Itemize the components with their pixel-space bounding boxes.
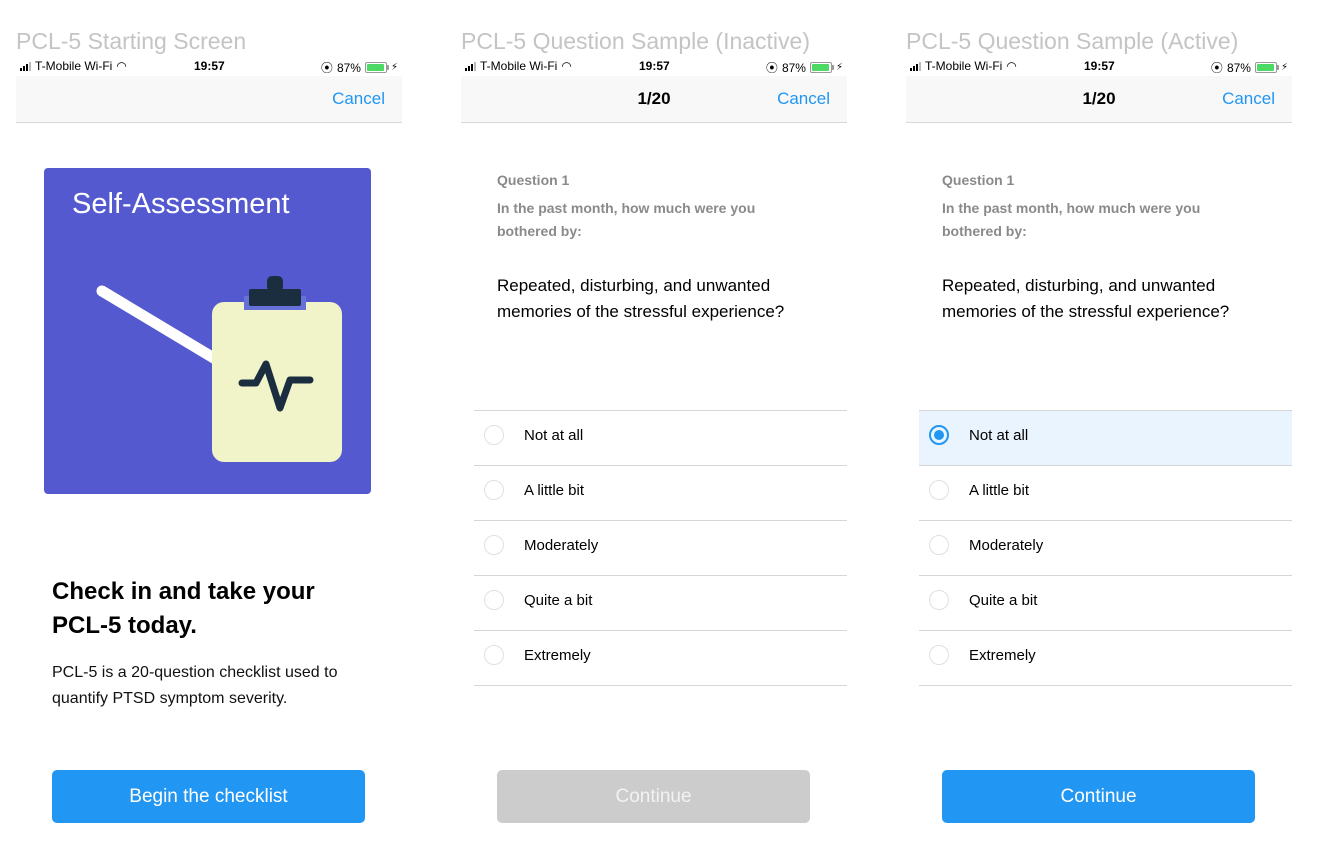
question-screen-inactive: PCL-5 Question Sample (Inactive) T-Mobil… [461, 0, 847, 852]
hero-card: Self-Assessment [44, 168, 371, 494]
carrier-label: T-Mobile Wi-Fi [35, 59, 113, 73]
wifi-icon: ◠ [1006, 59, 1017, 73]
question-prompt: In the past month, how much were you bot… [942, 200, 1201, 239]
option-a-little-bit[interactable]: A little bit [474, 466, 847, 521]
option-extremely[interactable]: Extremely [474, 631, 847, 686]
status-bar: T-Mobile Wi-Fi ◠ 19:57 ⦿ 87% ⚡ [16, 58, 402, 76]
description: PCL-5 is a 20-question checklist used to… [52, 664, 338, 707]
cancel-button[interactable]: Cancel [1222, 89, 1275, 109]
signal-icon [465, 61, 476, 71]
charging-icon: ⚡ [1280, 62, 1288, 73]
radio-button[interactable] [484, 590, 504, 610]
option-quite-a-bit[interactable]: Quite a bit [919, 576, 1292, 631]
option-a-little-bit[interactable]: A little bit [919, 466, 1292, 521]
cancel-button[interactable]: Cancel [332, 89, 385, 109]
battery-icon [364, 62, 389, 73]
orientation-lock-icon: ⦿ [320, 61, 333, 75]
option-extremely[interactable]: Extremely [919, 631, 1292, 686]
answer-options: Not at all A little bit Moderately Quite… [919, 410, 1292, 686]
signal-icon [20, 61, 31, 71]
radio-button[interactable] [484, 480, 504, 500]
orientation-lock-icon: ⦿ [1210, 61, 1223, 75]
option-moderately[interactable]: Moderately [474, 521, 847, 576]
status-time: 19:57 [1084, 59, 1115, 73]
question-number: Question 1 [497, 172, 570, 188]
carrier-label: T-Mobile Wi-Fi [480, 59, 558, 73]
radio-button[interactable] [484, 535, 504, 555]
radio-button[interactable] [484, 645, 504, 665]
screen-caption: PCL-5 Question Sample (Inactive) [461, 28, 810, 54]
question-text: Repeated, disturbing, and unwanted memor… [942, 276, 1230, 321]
battery-icon [1254, 62, 1279, 73]
radio-button[interactable] [929, 480, 949, 500]
battery-percent: 87% [1226, 60, 1251, 75]
question-screen-active: PCL-5 Question Sample (Active) T-Mobile … [906, 0, 1292, 852]
charging-icon: ⚡ [390, 62, 398, 73]
cancel-button[interactable]: Cancel [777, 89, 830, 109]
option-not-at-all[interactable]: Not at all [919, 411, 1292, 466]
status-bar: T-Mobile Wi-Fi ◠ 19:57 ⦿ 87% ⚡ [461, 58, 847, 76]
orientation-lock-icon: ⦿ [765, 61, 778, 75]
option-moderately[interactable]: Moderately [919, 521, 1292, 576]
question-prompt: In the past month, how much were you bot… [497, 200, 756, 239]
question-number: Question 1 [942, 172, 1015, 188]
radio-button[interactable] [929, 590, 949, 610]
begin-checklist-button[interactable]: Begin the checklist [52, 770, 365, 823]
radio-button[interactable] [484, 425, 504, 445]
clipboard-icon [212, 276, 342, 462]
battery-percent: 87% [781, 60, 806, 75]
option-quite-a-bit[interactable]: Quite a bit [474, 576, 847, 631]
carrier-label: T-Mobile Wi-Fi [925, 59, 1003, 73]
radio-button-selected[interactable] [929, 425, 949, 445]
wifi-icon: ◠ [561, 59, 572, 73]
status-bar: T-Mobile Wi-Fi ◠ 19:57 ⦿ 87% ⚡ [906, 58, 1292, 76]
headline: Check in and take your PCL-5 today. [52, 578, 315, 639]
signal-icon [910, 61, 921, 71]
nav-bar: 1/20 Cancel [906, 76, 1292, 123]
battery-percent: 87% [336, 60, 361, 75]
starting-screen: PCL-5 Starting Screen T-Mobile Wi-Fi ◠ 1… [16, 0, 402, 852]
status-time: 19:57 [194, 59, 225, 73]
continue-button[interactable]: Continue [942, 770, 1255, 823]
screen-caption: PCL-5 Question Sample (Active) [906, 28, 1239, 54]
battery-icon [809, 62, 834, 73]
screen-caption: PCL-5 Starting Screen [16, 28, 247, 54]
charging-icon: ⚡ [835, 62, 843, 73]
option-not-at-all[interactable]: Not at all [474, 411, 847, 466]
wifi-icon: ◠ [116, 59, 127, 73]
clipboard-pencil-heartbeat-illustration [96, 276, 342, 462]
answer-options: Not at all A little bit Moderately Quite… [474, 410, 847, 686]
radio-button[interactable] [929, 535, 949, 555]
nav-bar: Cancel [16, 76, 402, 123]
radio-button[interactable] [929, 645, 949, 665]
question-text: Repeated, disturbing, and unwanted memor… [497, 276, 785, 321]
status-time: 19:57 [639, 59, 670, 73]
continue-button-disabled[interactable]: Continue [497, 770, 810, 823]
nav-bar: 1/20 Cancel [461, 76, 847, 123]
